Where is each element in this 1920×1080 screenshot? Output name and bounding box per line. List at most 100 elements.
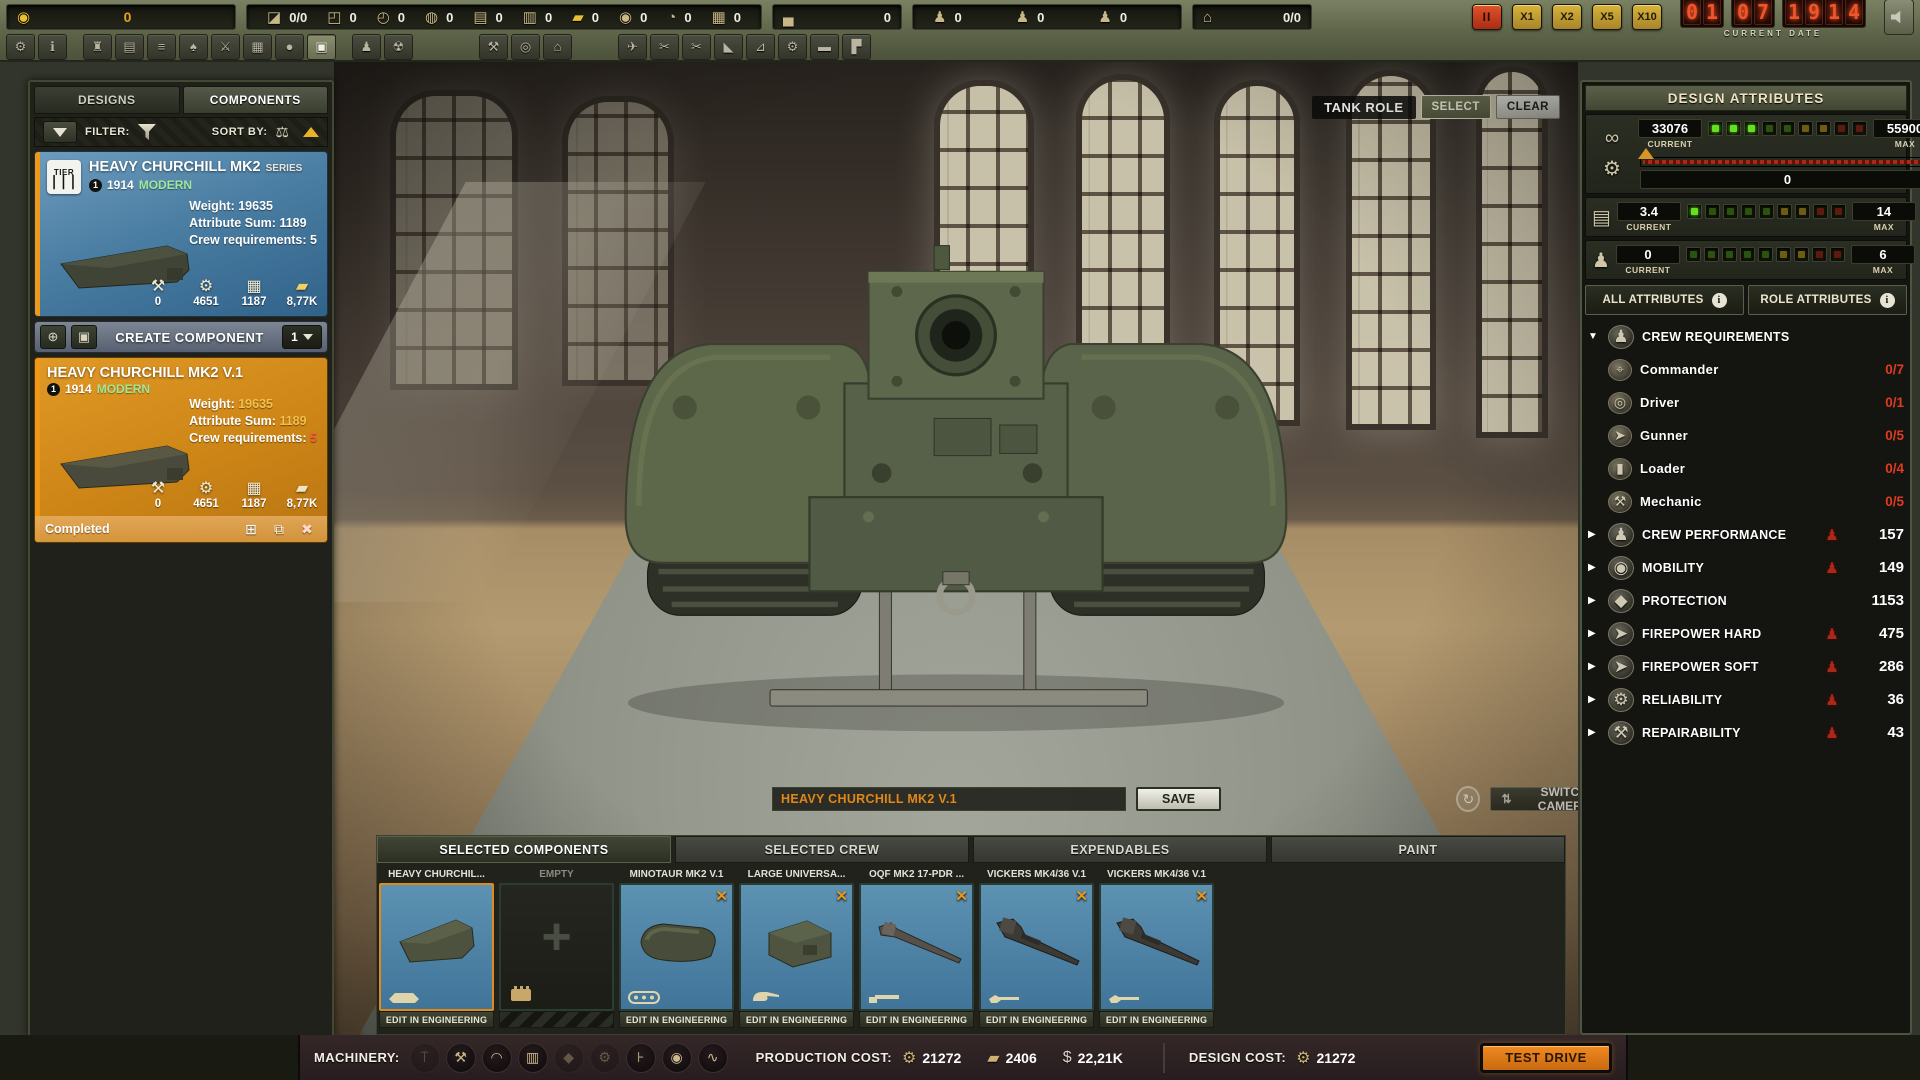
component-card-mg1[interactable]: ✕: [979, 883, 1094, 1011]
unpin-icon[interactable]: ✕: [955, 887, 968, 905]
crew-row-mechanic[interactable]: ⚒ Mechanic 0/5: [1608, 485, 1904, 518]
component-card-turret[interactable]: ✕: [739, 883, 854, 1011]
create-component-button[interactable]: CREATE COMPONENT: [102, 330, 277, 345]
fuel-pump-icon[interactable]: ▥: [518, 1043, 548, 1073]
attr-row-repairability[interactable]: ▶ ⚒ REPAIRABILITY ♟ 43: [1588, 716, 1904, 749]
tool-button-3[interactable]: ✂: [682, 34, 711, 60]
reports-button[interactable]: ≡: [147, 34, 176, 60]
role-attributes-tab[interactable]: ROLE ATTRIBUTES i: [1748, 285, 1907, 315]
component-card-cannon[interactable]: ✕: [859, 883, 974, 1011]
sort-weight-icon[interactable]: ⚖: [276, 123, 289, 141]
tab-selected-components[interactable]: SELECTED COMPONENTS: [377, 836, 671, 863]
tool-button-8[interactable]: ▛: [842, 34, 871, 60]
attr-row-reliability[interactable]: ▶ ⚙ RELIABILITY ♟ 36: [1588, 683, 1904, 716]
add-icon[interactable]: ⊞: [241, 519, 261, 539]
saw-icon[interactable]: ◉: [662, 1043, 692, 1073]
engineering-button[interactable]: ▣: [307, 34, 336, 60]
test-drive-button[interactable]: TEST DRIVE: [1480, 1043, 1612, 1073]
save-button[interactable]: SAVE: [1136, 787, 1221, 811]
pause-button[interactable]: II: [1472, 4, 1502, 30]
drill-icon[interactable]: ⊦: [626, 1043, 656, 1073]
unpin-icon[interactable]: ✕: [835, 887, 848, 905]
spring-icon[interactable]: ∿: [698, 1043, 728, 1073]
add-component-button[interactable]: ⊕: [40, 325, 66, 349]
component-card-mg2[interactable]: ✕: [1099, 883, 1214, 1011]
tool-button-7[interactable]: ▬: [810, 34, 839, 60]
world-button[interactable]: ◎: [511, 34, 540, 60]
grinder-icon[interactable]: ◆: [554, 1043, 584, 1073]
edit-in-engineering-button[interactable]: EDIT IN ENGINEERING: [379, 1011, 494, 1028]
crew-row-driver[interactable]: ◎ Driver 0/1: [1608, 386, 1904, 419]
crew-requirements-row[interactable]: ▼ ♟ CREW REQUIREMENTS: [1588, 320, 1904, 353]
slider-track[interactable]: [1640, 157, 1920, 167]
military-button[interactable]: ⚔: [211, 34, 240, 60]
design-name-input[interactable]: HEAVY CHURCHILL MK2 V.1: [772, 787, 1126, 811]
unpin-icon[interactable]: ✕: [1195, 887, 1208, 905]
all-attributes-tab[interactable]: ALL ATTRIBUTES i: [1585, 285, 1744, 315]
slider-handle[interactable]: [1638, 148, 1654, 159]
crane-icon[interactable]: ⚒: [446, 1043, 476, 1073]
attr-row-firepower-hard[interactable]: ▶ ➤ FIREPOWER HARD ♟ 475: [1588, 617, 1904, 650]
tab-components[interactable]: COMPONENTS: [183, 86, 329, 114]
switch-camera-button[interactable]: ⇅ SWITCH CAMERA: [1490, 787, 1578, 811]
delete-icon[interactable]: ✖: [297, 519, 317, 539]
unpin-icon[interactable]: ✕: [1075, 887, 1088, 905]
edit-in-engineering-button[interactable]: EDIT IN ENGINEERING: [979, 1011, 1094, 1028]
tank-model[interactable]: [606, 240, 1306, 750]
personnel-button[interactable]: ♟: [352, 34, 381, 60]
design-card-variant[interactable]: HEAVY CHURCHILL MK2 V.1 1 1914 MODERN We…: [34, 357, 328, 543]
tool-button-5[interactable]: ⊿: [746, 34, 775, 60]
tab-designs[interactable]: DESIGNS: [34, 86, 180, 114]
speed-x2-button[interactable]: X2: [1552, 4, 1582, 30]
edit-in-engineering-button[interactable]: EDIT IN ENGINEERING: [739, 1011, 854, 1028]
filter-funnel-icon[interactable]: [138, 124, 156, 140]
role-select-button[interactable]: SELECT: [1421, 95, 1491, 119]
attr-row-crew-performance[interactable]: ▶ ♟ CREW PERFORMANCE ♟ 157: [1588, 518, 1904, 551]
machinery-button[interactable]: ⚒: [479, 34, 508, 60]
attr-row-firepower-soft[interactable]: ▶ ➤ FIREPOWER SOFT ♟ 286: [1588, 650, 1904, 683]
edit-in-engineering-button[interactable]: EDIT IN ENGINEERING: [619, 1011, 734, 1028]
sort-direction-icon[interactable]: [303, 127, 319, 137]
tool-button-4[interactable]: ◣: [714, 34, 743, 60]
hazard-button[interactable]: ☢: [384, 34, 413, 60]
tab-expendables[interactable]: EXPENDABLES: [973, 836, 1267, 863]
settings-button[interactable]: ⚙: [6, 34, 35, 60]
city-button[interactable]: ▦: [243, 34, 272, 60]
tool-button-2[interactable]: ✂: [650, 34, 679, 60]
tab-paint[interactable]: PAINT: [1271, 836, 1565, 863]
wrench-icon[interactable]: ⚙: [590, 1043, 620, 1073]
munitions-button[interactable]: ●: [275, 34, 304, 60]
tab-selected-crew[interactable]: SELECTED CREW: [675, 836, 969, 863]
speed-x1-button[interactable]: X1: [1512, 4, 1542, 30]
component-count-dropdown[interactable]: 1: [282, 325, 322, 349]
edit-in-engineering-button[interactable]: EDIT IN ENGINEERING: [859, 1011, 974, 1028]
crew-row-loader[interactable]: ▮ Loader 0/4: [1608, 452, 1904, 485]
info-button[interactable]: ℹ: [38, 34, 67, 60]
tool-button-6[interactable]: ⚙: [778, 34, 807, 60]
drill-press-icon[interactable]: ⍑: [410, 1043, 440, 1073]
speed-x5-button[interactable]: X5: [1592, 4, 1622, 30]
component-card-empty[interactable]: +: [499, 883, 614, 1011]
snapshot-button[interactable]: ▣: [71, 325, 97, 349]
factory-button[interactable]: ▤: [115, 34, 144, 60]
engine-slider[interactable]: 0: [1640, 157, 1920, 189]
unpin-icon[interactable]: ✕: [715, 887, 728, 905]
crew-row-commander[interactable]: ⌖ Commander 0/7: [1608, 353, 1904, 386]
edit-in-engineering-button[interactable]: EDIT IN ENGINEERING: [1099, 1011, 1214, 1028]
attr-row-protection[interactable]: ▶ ◆ PROTECTION 1153: [1588, 584, 1904, 617]
achievements-button[interactable]: ♜: [83, 34, 112, 60]
component-card-tracks[interactable]: ✕: [619, 883, 734, 1011]
speed-x10-button[interactable]: X10: [1632, 4, 1662, 30]
tool-button-1[interactable]: ✈: [618, 34, 647, 60]
attr-row-mobility[interactable]: ▶ ◉ MOBILITY ♟ 149: [1588, 551, 1904, 584]
collapse-button[interactable]: [43, 121, 77, 143]
design-card-series[interactable]: TIER ||| HEAVY CHURCHILL MK2SERIES 1 191…: [34, 151, 328, 317]
component-card-hull[interactable]: [379, 883, 494, 1011]
crew-row-gunner[interactable]: ➤ Gunner 0/5: [1608, 419, 1904, 452]
duplicate-icon[interactable]: ⧉: [269, 519, 289, 539]
intelligence-button[interactable]: ♠: [179, 34, 208, 60]
role-clear-button[interactable]: CLEAR: [1496, 95, 1560, 119]
roller-icon[interactable]: ◠: [482, 1043, 512, 1073]
headquarters-button[interactable]: ⌂: [543, 34, 572, 60]
notifications-button[interactable]: [1884, 0, 1914, 35]
